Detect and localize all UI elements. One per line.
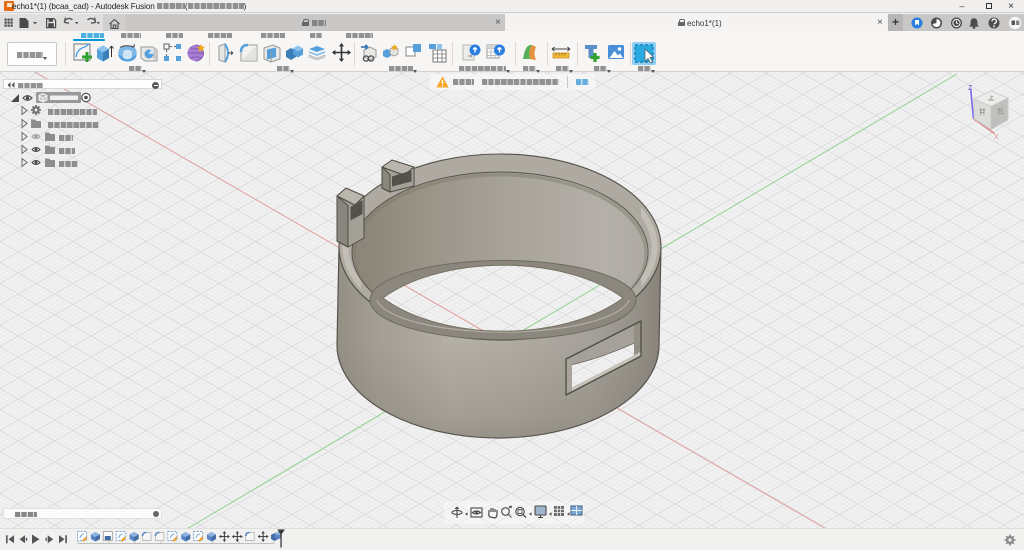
svg-text:Z: Z	[968, 85, 973, 92]
svg-text:X: X	[994, 134, 999, 141]
